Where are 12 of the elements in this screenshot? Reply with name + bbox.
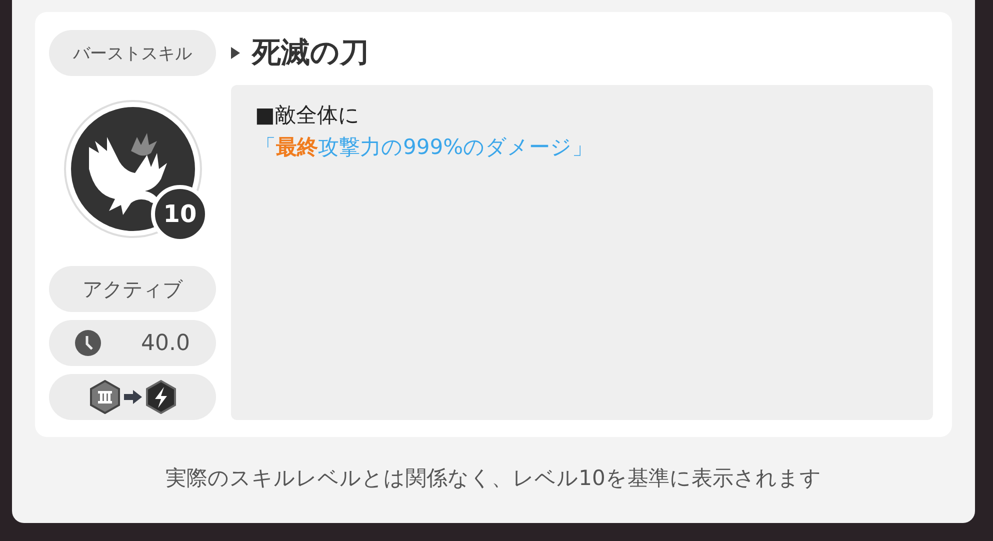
skill-category: バーストスキル xyxy=(49,30,216,76)
stage-three-icon xyxy=(90,380,120,414)
lightning-icon xyxy=(146,380,176,414)
cooldown-time: 40.0 xyxy=(141,330,190,356)
skill-name: 死滅の刀 xyxy=(252,34,369,70)
triangle-icon xyxy=(231,46,240,58)
description-line: 「最終攻撃力の999%のダメージ」 xyxy=(255,134,594,161)
skill-type: アクティブ xyxy=(49,266,216,312)
description-line: ■敵全体に xyxy=(255,102,361,129)
arrow-icon xyxy=(124,390,142,404)
footnote: 実際のスキルレベルとは関係なく、レベル10を基準に表示されます xyxy=(166,465,822,492)
clock-icon xyxy=(75,330,101,356)
